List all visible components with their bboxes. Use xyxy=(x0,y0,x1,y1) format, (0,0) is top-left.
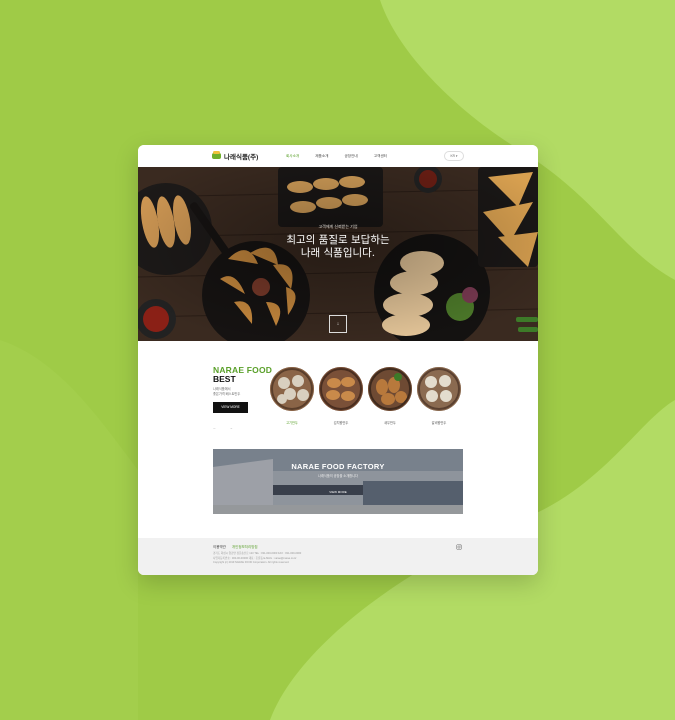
product-image xyxy=(270,367,314,411)
instagram-icon[interactable] xyxy=(456,544,462,550)
footer-info: 경기도 화성시 양감면 정문송산로 123 TEL : 031-000-0000… xyxy=(213,552,301,566)
nav-item-factory[interactable]: 공장안내 xyxy=(344,154,357,159)
site-header: 나래식품(주) 회사소개 제품소개 공장안내 고객센터 KR ▾ xyxy=(138,145,538,167)
nav-item-company[interactable]: 회사소개 xyxy=(286,154,299,159)
language-select[interactable]: KR ▾ xyxy=(444,151,464,161)
factory-image xyxy=(213,449,463,514)
scroll-down-button[interactable]: ↓ xyxy=(329,315,347,333)
product-image xyxy=(368,367,412,411)
product-card[interactable]: 새우만두 xyxy=(367,367,413,425)
privacy-link[interactable]: 개인정보처리방침 xyxy=(232,545,258,549)
product-label: 갈비왕만두 xyxy=(431,421,447,425)
terms-link[interactable]: 이용약관 xyxy=(213,545,226,549)
footer-links: 이용약관 개인정보처리방침 xyxy=(213,545,258,550)
product-image xyxy=(319,367,363,411)
product-card[interactable]: 고기만두 xyxy=(269,367,315,425)
main-nav: 회사소개 제품소개 공장안내 고객센터 xyxy=(286,154,387,159)
factory-view-more-button[interactable]: VIEW MORE xyxy=(327,489,349,495)
site-footer: 이용약관 개인정보처리방침 경기도 화성시 양감면 정문송산로 123 TEL :… xyxy=(138,538,538,575)
product-image xyxy=(417,367,461,411)
factory-title: NARAE FOOD FACTORY xyxy=(291,462,385,471)
arrow-down-icon: ↓ xyxy=(336,321,340,327)
logo-text: 나래식품(주) xyxy=(224,154,259,161)
product-label: 김치왕만두 xyxy=(333,421,349,425)
best-desc-line2: 좋은가격 베스트만두 xyxy=(213,392,241,396)
site-logo[interactable]: 나래식품(주) xyxy=(212,151,258,161)
footer-info-line1: 경기도 화성시 양감면 정문송산로 123 TEL : 031-000-0000… xyxy=(213,552,302,555)
best-view-more-button[interactable]: VIEW MORE xyxy=(213,402,248,413)
factory-banner[interactable]: NARAE FOOD FACTORY 나래식품의 공장을 소개합니다 VIEW … xyxy=(213,449,463,514)
carousel-arrows[interactable]: ← → xyxy=(213,426,239,430)
hero-banner: 고객에게 신뢰받는 기업 최고의 품질로 보답하는 나래 식품입니다. ↓ xyxy=(138,167,538,341)
best-title-line2: BEST xyxy=(213,374,236,384)
product-card[interactable]: 갈비왕만두 xyxy=(416,367,462,425)
hero-subtitle: 고객에게 신뢰받는 기업 xyxy=(318,224,358,229)
nav-item-support[interactable]: 고객센터 xyxy=(374,154,387,159)
hero-title-line2: 나래 식품입니다. xyxy=(300,247,376,259)
factory-subtitle: 나래식품의 공장을 소개합니다 xyxy=(318,474,358,478)
best-description: 나래식품에서 좋은가격 베스트만두 xyxy=(213,387,263,397)
logo-icon xyxy=(212,151,221,159)
footer-copyright: Copyright (c) 2019 NARAE FOOD Corporatio… xyxy=(213,561,290,565)
product-card[interactable]: 김치왕만두 xyxy=(318,367,364,425)
hero-title-line1: 최고의 품질로 보답하는 xyxy=(286,234,390,246)
product-label: 고기만두 xyxy=(286,421,298,425)
hero-title: 최고의 품질로 보답하는 나래 식품입니다. xyxy=(138,234,538,260)
product-label: 새우만두 xyxy=(384,421,396,425)
nav-item-products[interactable]: 제품소개 xyxy=(315,154,328,159)
website-mockup: 나래식품(주) 회사소개 제품소개 공장안내 고객센터 KR ▾ 고객에게 신뢰… xyxy=(138,145,538,575)
